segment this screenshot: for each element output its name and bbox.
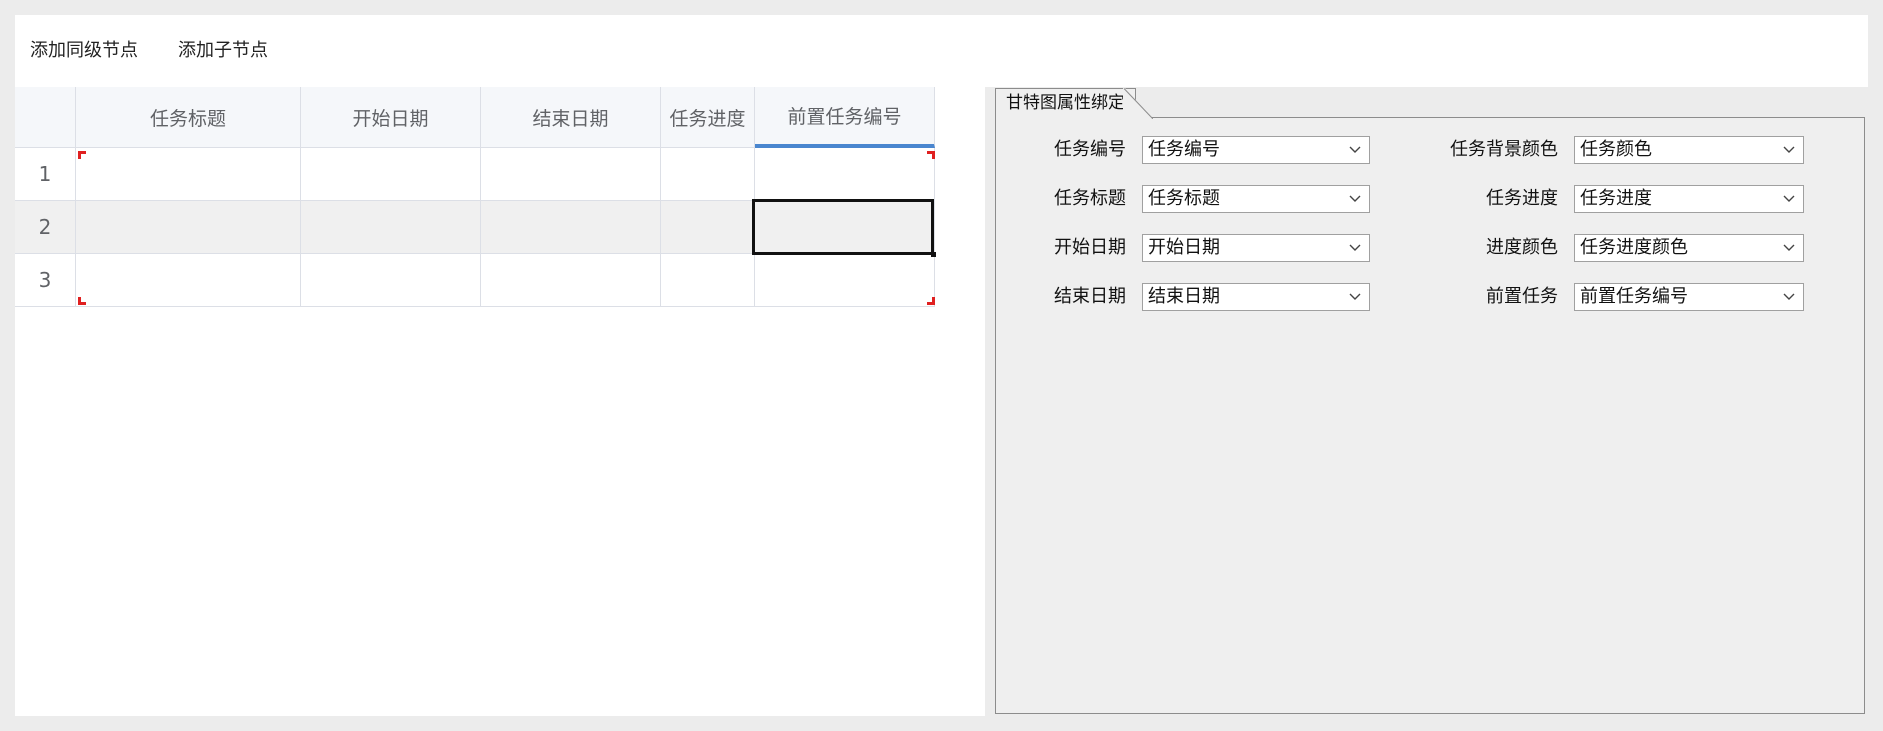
grid-cell[interactable] bbox=[481, 254, 661, 307]
fill-handle[interactable] bbox=[931, 252, 936, 257]
property-panel: 任务编号 任务编号 任务标题 任务标题 开始日期 开始日期 结束日期 结束日期 … bbox=[995, 117, 1865, 714]
row-number[interactable]: 2 bbox=[15, 201, 76, 254]
grid-cell[interactable] bbox=[661, 148, 755, 201]
grid-cell[interactable] bbox=[76, 148, 301, 201]
grid-cell[interactable] bbox=[301, 148, 481, 201]
column-header-end-date[interactable]: 结束日期 bbox=[481, 87, 661, 148]
chevron-down-icon bbox=[1783, 146, 1795, 153]
task-progress-label: 任务进度 bbox=[1486, 188, 1558, 209]
task-id-select[interactable]: 任务编号 bbox=[1142, 136, 1370, 164]
selection-corner-marker bbox=[78, 151, 86, 159]
column-header-start-date[interactable]: 开始日期 bbox=[301, 87, 481, 148]
task-id-label: 任务编号 bbox=[1054, 139, 1126, 160]
chevron-down-icon bbox=[1783, 195, 1795, 202]
progress-color-select-value: 任务进度颜色 bbox=[1580, 237, 1688, 258]
grid-cell[interactable] bbox=[661, 201, 755, 254]
chevron-down-icon bbox=[1783, 244, 1795, 251]
end-date-select[interactable]: 结束日期 bbox=[1142, 283, 1370, 311]
tab-edge-icon bbox=[1123, 88, 1153, 119]
start-date-select-value: 开始日期 bbox=[1148, 237, 1220, 258]
grid-cell[interactable] bbox=[755, 254, 935, 307]
toolbar: 添加同级节点 添加子节点 bbox=[15, 15, 1868, 87]
grid-cell[interactable] bbox=[481, 148, 661, 201]
chevron-down-icon bbox=[1349, 244, 1361, 251]
row-number[interactable]: 1 bbox=[15, 148, 76, 201]
add-child-node-button[interactable]: 添加子节点 bbox=[178, 39, 268, 63]
grid-cell[interactable] bbox=[661, 254, 755, 307]
column-header-task-title[interactable]: 任务标题 bbox=[76, 87, 301, 148]
task-bg-color-select[interactable]: 任务颜色 bbox=[1574, 136, 1804, 164]
task-progress-select-value: 任务进度 bbox=[1580, 188, 1652, 209]
grid-panel: 任务标题 开始日期 结束日期 任务进度 前置任务编号 1 2 3 bbox=[15, 87, 985, 716]
predecessor-label: 前置任务 bbox=[1486, 286, 1558, 307]
tab-gantt-binding[interactable]: 甘特图属性绑定 bbox=[995, 88, 1136, 119]
grid-cell[interactable] bbox=[76, 201, 301, 254]
grid-cell[interactable] bbox=[481, 201, 661, 254]
row-number[interactable]: 3 bbox=[15, 254, 76, 307]
task-title-select-value: 任务标题 bbox=[1148, 188, 1220, 209]
chevron-down-icon bbox=[1349, 293, 1361, 300]
active-cell[interactable] bbox=[752, 199, 934, 255]
task-title-select[interactable]: 任务标题 bbox=[1142, 185, 1370, 213]
start-date-label: 开始日期 bbox=[1054, 237, 1126, 258]
grid-corner-header bbox=[15, 87, 76, 148]
progress-color-label: 进度颜色 bbox=[1486, 237, 1558, 258]
selection-corner-marker bbox=[927, 297, 935, 305]
grid-cell[interactable] bbox=[755, 148, 935, 201]
column-header-predecessor[interactable]: 前置任务编号 bbox=[755, 87, 935, 148]
predecessor-select-value: 前置任务编号 bbox=[1580, 286, 1688, 307]
progress-color-select[interactable]: 任务进度颜色 bbox=[1574, 234, 1804, 262]
start-date-select[interactable]: 开始日期 bbox=[1142, 234, 1370, 262]
task-id-select-value: 任务编号 bbox=[1148, 139, 1220, 160]
selection-corner-marker bbox=[78, 297, 86, 305]
chevron-down-icon bbox=[1783, 293, 1795, 300]
task-bg-color-label: 任务背景颜色 bbox=[1450, 139, 1558, 160]
chevron-down-icon bbox=[1349, 195, 1361, 202]
grid-cell[interactable] bbox=[301, 254, 481, 307]
end-date-label: 结束日期 bbox=[1054, 286, 1126, 307]
predecessor-select[interactable]: 前置任务编号 bbox=[1574, 283, 1804, 311]
task-title-label: 任务标题 bbox=[1054, 188, 1126, 209]
grid-cell[interactable] bbox=[76, 254, 301, 307]
task-progress-select[interactable]: 任务进度 bbox=[1574, 185, 1804, 213]
end-date-select-value: 结束日期 bbox=[1148, 286, 1220, 307]
selection-corner-marker bbox=[927, 151, 935, 159]
task-bg-color-select-value: 任务颜色 bbox=[1580, 139, 1652, 160]
grid-cell[interactable] bbox=[301, 201, 481, 254]
chevron-down-icon bbox=[1349, 146, 1361, 153]
column-header-progress[interactable]: 任务进度 bbox=[661, 87, 755, 148]
add-sibling-node-button[interactable]: 添加同级节点 bbox=[30, 39, 138, 63]
